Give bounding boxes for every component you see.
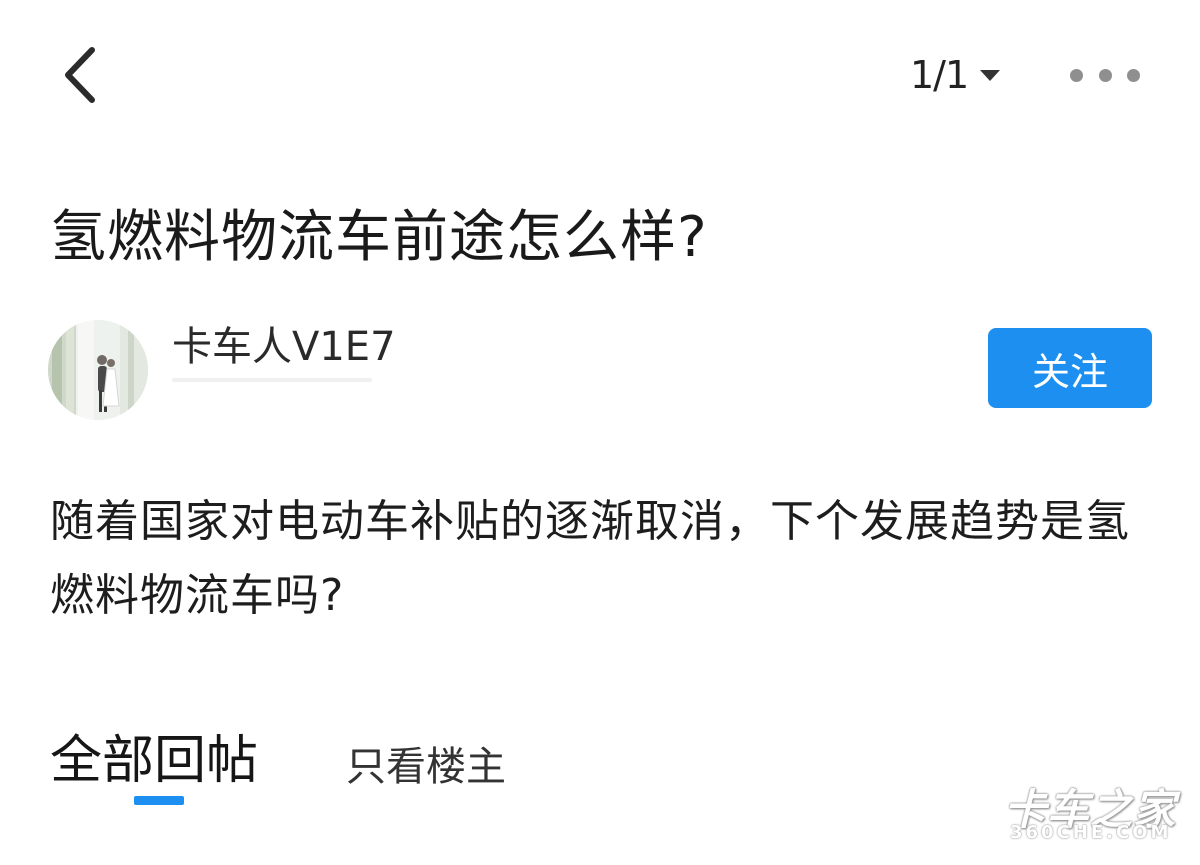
- author-name[interactable]: 卡车人V1E7: [172, 314, 396, 372]
- watermark-logo: 卡车之家 360CHE.COM: [1004, 776, 1176, 846]
- page-indicator-dropdown[interactable]: 1/1: [910, 50, 1001, 100]
- page-count: 1/1: [910, 53, 969, 97]
- post-body: 随着国家对电动车补贴的逐渐取消，下个发展趋势是氢燃料物流车吗?: [50, 496, 1130, 621]
- tab-op-only[interactable]: 只看楼主: [346, 734, 506, 792]
- more-button[interactable]: [1070, 60, 1140, 90]
- back-button[interactable]: [58, 44, 108, 106]
- chevron-left-icon: [65, 47, 95, 103]
- follow-button[interactable]: 关注: [988, 328, 1152, 408]
- tab-all-replies[interactable]: 全部回帖: [50, 718, 258, 793]
- more-horizontal-icon: [1070, 68, 1083, 82]
- more-dot: [1098, 68, 1112, 82]
- avatar-photo: [48, 320, 148, 420]
- avatar[interactable]: [48, 320, 148, 420]
- caret-down-icon: [980, 69, 1001, 81]
- more-dot: [1127, 68, 1140, 82]
- active-tab-indicator: [134, 796, 184, 805]
- watermark-sub-text: 360CHE.COM: [1010, 822, 1172, 843]
- post-detail-page: 1/1 氢燃料物流车前途怎么样? 卡车人V1E7 关注 随着国家对电动车补贴的逐…: [0, 0, 1200, 865]
- post-title: 氢燃料物流车前途怎么样?: [50, 205, 708, 270]
- author-meta-placeholder: [172, 378, 372, 382]
